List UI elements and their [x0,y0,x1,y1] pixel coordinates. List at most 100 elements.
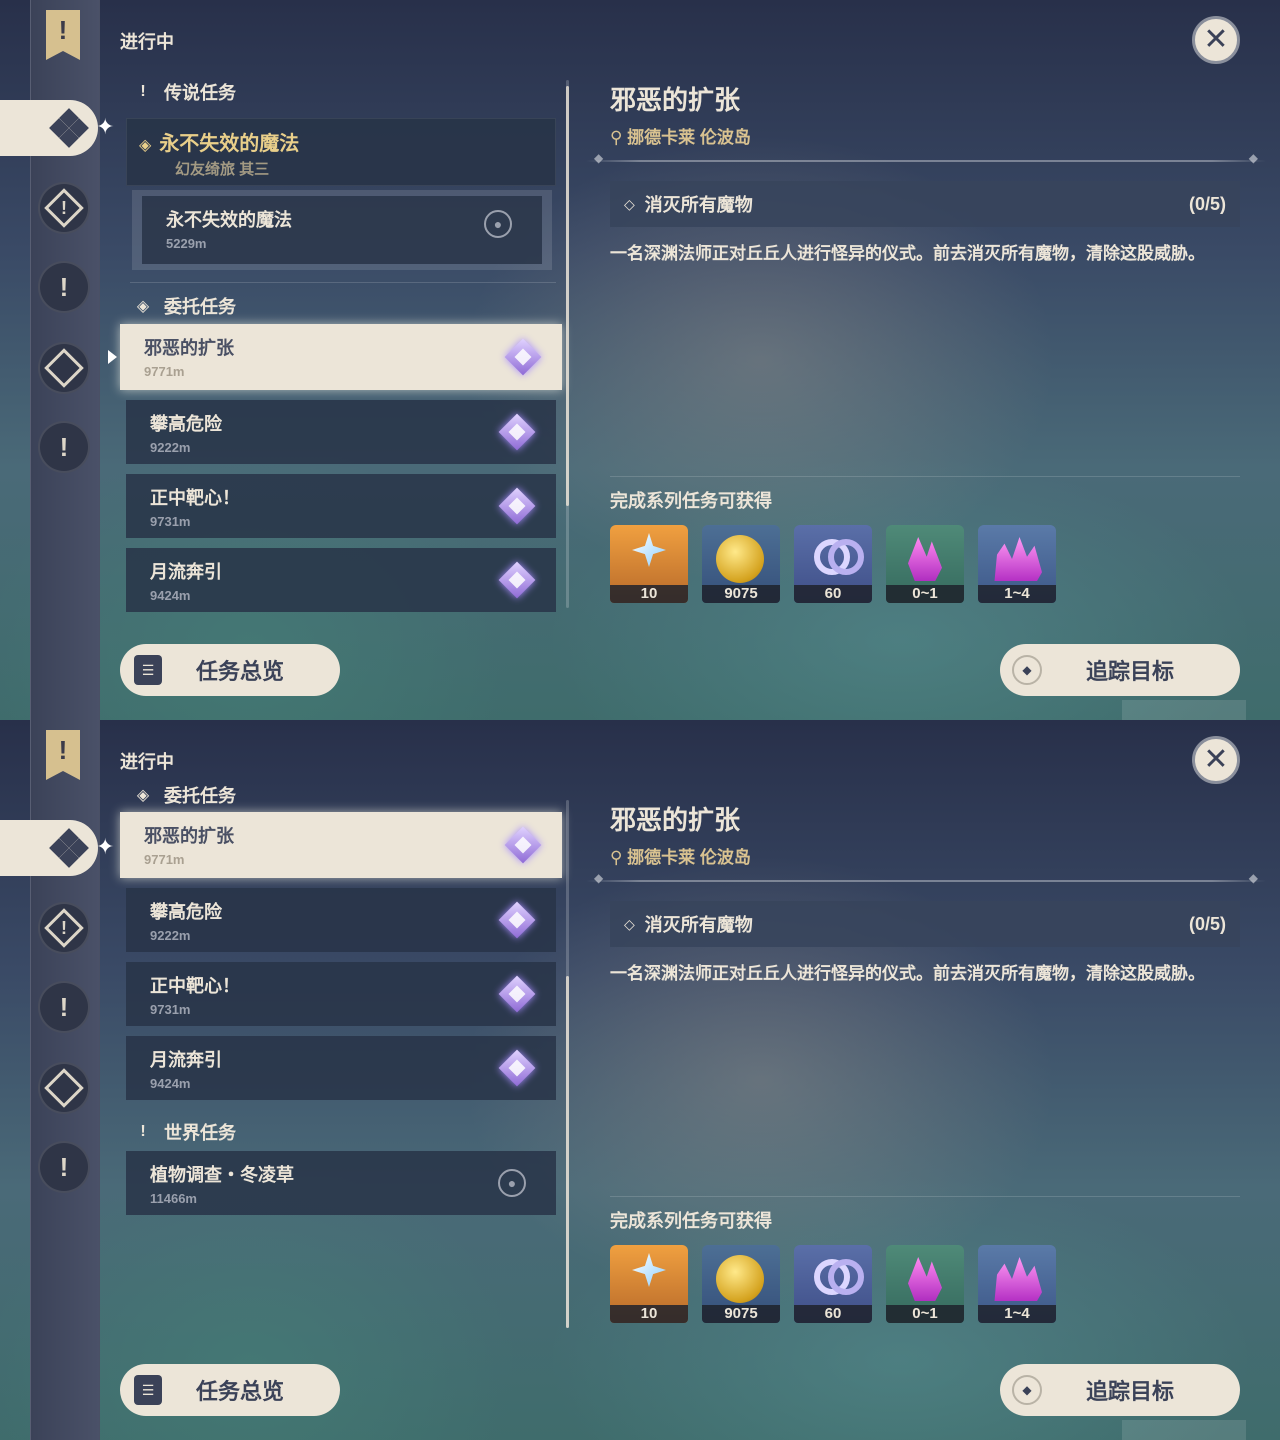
legend-subquest-item[interactable]: 永不失效的魔法 5229m ● [132,190,552,270]
divider [130,282,556,283]
commission-item[interactable]: 正中靶心！ 9731m [126,474,556,538]
crystal-cluster-icon [994,1257,1042,1301]
quest-title: 邪恶的扩张 [610,85,741,115]
category-tab-archon[interactable]: ! [38,981,90,1033]
commission-section-header: ◈ 委托任务 [132,782,236,808]
commission-item[interactable]: 月流奔引 9424m [126,1036,556,1100]
location-text: 挪德卡莱 伦波岛 [627,128,751,147]
commission-title: 月流奔引 [150,1050,222,1070]
reward-amount: 10 [610,1305,688,1323]
decorative-glow [1122,700,1246,720]
scrollbar-thumb[interactable] [566,86,569,506]
close-button[interactable]: ✕ [1192,16,1240,64]
commission-diamond-icon [49,828,89,868]
reward-list: 10 9075 60 0~1 1~4 [610,525,1056,603]
commission-item[interactable]: 攀高危险 9222m [126,400,556,464]
quest-panel-1: ! ✦ ! ! ! 进行中 ✕ ! 传说任务 ◈ 永不失效的魔法 幻友绮旅 其三 … [0,0,1280,720]
commission-title: 月流奔引 [150,562,222,582]
commission-distance: 9424m [150,1076,191,1091]
quest-description: 一名深渊法师正对丘丘人进行怪异的仪式。前去消灭所有魔物，清除这股威胁。 [610,964,1205,983]
primogem-icon [632,1253,666,1287]
commission-distance: 9222m [150,440,191,455]
commission-distance: 9731m [150,514,191,529]
commission-distance: 9424m [150,588,191,603]
legend-section-header: ! 传说任务 [132,79,236,105]
commission-distance: 9771m [144,364,185,379]
objective-count: (0/5) [1188,193,1226,214]
objective-bar: ◇ 消灭所有魔物 (0/5) [610,181,1240,227]
crystal-icon [908,537,942,581]
category-tab-legend[interactable]: ! [38,182,90,234]
world-quest-distance: 11466m [150,1191,197,1206]
world-quest-item[interactable]: 植物调查・冬凌草 11466m ● [126,1151,556,1215]
location-text: 挪德卡莱 伦波岛 [627,848,751,867]
category-tab-archon[interactable]: ! [38,261,90,313]
commission-star-icon [496,485,538,527]
commission-distance: 9771m [144,852,185,867]
reward-amount: 9075 [702,1305,780,1323]
quest-location: ⚲ 挪德卡莱 伦波岛 [610,123,751,148]
mora-icon [716,535,764,583]
commission-title: 正中靶心！ [150,488,240,508]
category-tab-world[interactable]: ! [38,421,90,473]
category-tab-legend[interactable]: ! [38,902,90,954]
decorative-glow [1122,1420,1246,1440]
selected-arrow-icon [108,350,117,364]
reward-amount: 0~1 [886,585,964,603]
reward-crystal[interactable]: 0~1 [886,525,964,603]
location-pin-icon: ⚲ [610,848,628,867]
objective-diamond-icon: ◇ [624,195,635,212]
reward-adventure-exp[interactable]: 60 [794,525,872,603]
button-label: 任务总览 [196,1379,285,1404]
location-pin-icon: ⚲ [610,128,628,147]
map-pin-icon[interactable]: ● [484,210,512,238]
exclamation-icon: ! [140,1123,146,1140]
category-tab-commission-active[interactable] [0,100,98,156]
section-label: 世界任务 [164,1123,236,1143]
category-tab-world-diamond[interactable] [38,1062,90,1114]
reward-primogem[interactable]: 10 [610,525,688,603]
legend-quest-subtitle: 幻友绮旅 其三 [175,161,270,178]
objective-diamond-icon: ◇ [624,915,635,932]
divider [610,1196,1240,1197]
reward-mora[interactable]: 9075 [702,525,780,603]
reward-crystal[interactable]: 0~1 [886,1245,964,1323]
track-target-button[interactable]: ◆ 追踪目标 [1000,644,1240,696]
commission-star-icon [502,336,544,378]
track-diamond-icon: ◈ [139,137,152,154]
reward-mora[interactable]: 9075 [702,1245,780,1323]
scrollbar-thumb[interactable] [566,976,569,1328]
commission-star-icon [502,824,544,866]
track-target-button[interactable]: ◆ 追踪目标 [1000,1364,1240,1416]
quest-title: 邪恶的扩张 [610,805,741,835]
quest-overview-button[interactable]: ☰ 任务总览 [120,644,340,696]
sparkle-icon: ✦ [96,834,115,859]
commission-item[interactable]: 月流奔引 9424m [126,548,556,612]
commission-item-selected[interactable]: 邪恶的扩张 9771m [120,812,562,878]
mora-icon [716,1255,764,1303]
commission-title: 攀高危险 [150,414,222,434]
sparkle-icon: ✦ [96,114,115,139]
close-button[interactable]: ✕ [1192,736,1240,784]
quest-overview-button[interactable]: ☰ 任务总览 [120,1364,340,1416]
reward-amount: 9075 [702,585,780,603]
category-tab-commission-active[interactable] [0,820,98,876]
reward-list: 10 9075 60 0~1 1~4 [610,1245,1056,1323]
legend-quest-item[interactable]: ◈ 永不失效的魔法 幻友绮旅 其三 [126,118,556,186]
reward-crystal-cluster[interactable]: 1~4 [978,525,1056,603]
commission-item[interactable]: 攀高危险 9222m [126,888,556,952]
button-label: 追踪目标 [1086,1379,1175,1404]
category-tab-world[interactable]: ! [38,1141,90,1193]
reward-amount: 60 [794,585,872,603]
map-pin-icon[interactable]: ● [498,1169,526,1197]
section-label: 传说任务 [164,83,236,103]
category-tab-world-diamond[interactable] [38,342,90,394]
commission-item-selected[interactable]: 邪恶的扩张 9771m [120,324,562,390]
commission-title: 邪恶的扩张 [144,826,234,846]
commission-icon: ◈ [136,298,150,315]
reward-crystal-cluster[interactable]: 1~4 [978,1245,1056,1323]
reward-primogem[interactable]: 10 [610,1245,688,1323]
reward-adventure-exp[interactable]: 60 [794,1245,872,1323]
commission-item[interactable]: 正中靶心！ 9731m [126,962,556,1026]
commission-section-header: ◈ 委托任务 [132,293,236,319]
